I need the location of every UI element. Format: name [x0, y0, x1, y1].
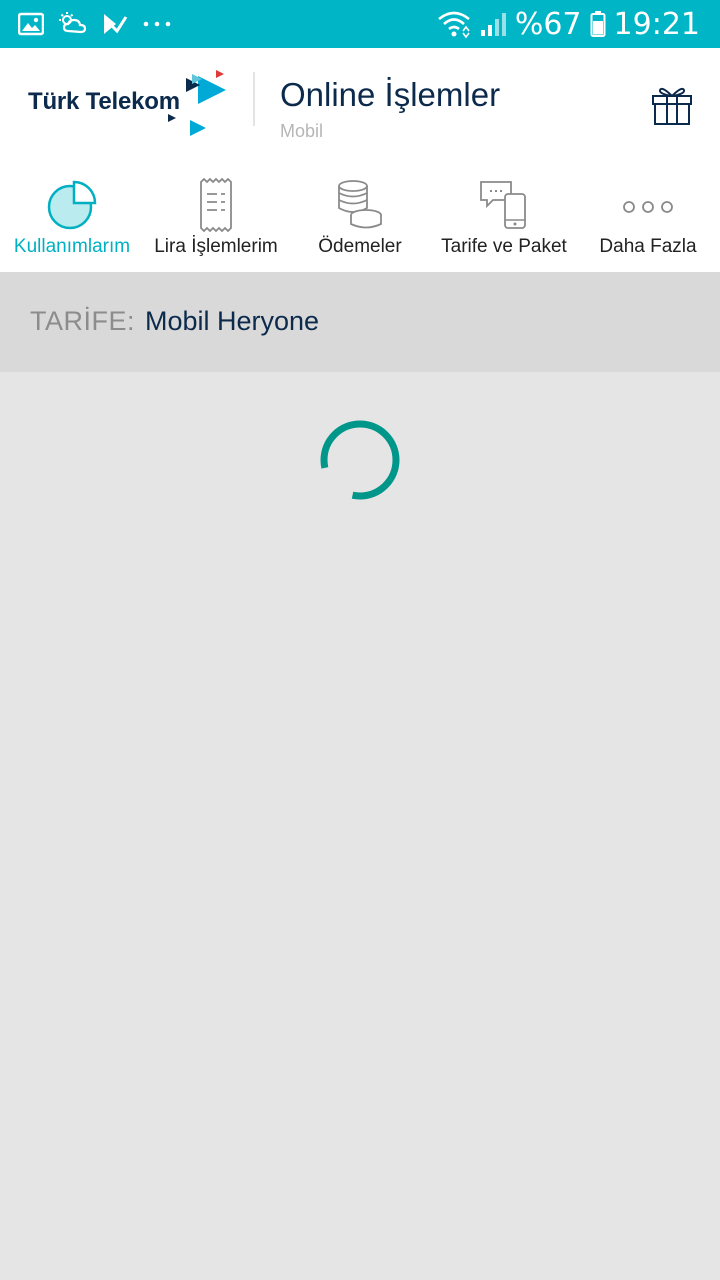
wifi-icon	[438, 11, 470, 39]
coins-icon	[338, 180, 382, 229]
header-divider	[253, 72, 255, 126]
main-tabs: Kullanımlarım Lira İşlemlerim Ödemeler T…	[0, 174, 720, 272]
image-icon	[18, 12, 44, 36]
loading-spinner-icon	[320, 420, 400, 500]
turk-telekom-logo[interactable]: Türk Telekom	[28, 70, 238, 140]
system-status: %67 19:21	[437, 6, 700, 42]
tab-tarife-ve-paket[interactable]: Tarife ve Paket	[432, 174, 576, 272]
tab-label: Tarife ve Paket	[441, 236, 567, 257]
battery-icon	[590, 11, 606, 37]
tab-lira-islemlerim[interactable]: Lira İşlemlerim	[144, 174, 288, 272]
usage-pie-icon	[47, 180, 97, 230]
check-app-icon	[104, 14, 128, 34]
more-dots-icon	[143, 21, 171, 27]
gift-icon[interactable]	[650, 82, 694, 126]
app-header: Türk Telekom Online İşlemler Mobil Kulla…	[0, 48, 720, 272]
more-icon	[623, 201, 673, 213]
logo-triangles-icon	[168, 70, 226, 136]
tab-kullanimlarim[interactable]: Kullanımlarım	[0, 174, 144, 272]
receipt-icon	[200, 178, 232, 232]
page-subtitle: Mobil	[280, 121, 324, 141]
tab-label: Lira İşlemlerim	[154, 236, 278, 257]
notification-icons	[18, 10, 172, 38]
brand-name: Türk Telekom	[28, 88, 180, 115]
tab-odemeler[interactable]: Ödemeler	[288, 174, 432, 272]
chat-phone-icon	[480, 181, 526, 229]
tab-label: Kullanımlarım	[13, 236, 131, 257]
signal-icon	[480, 13, 506, 36]
weather-icon	[59, 12, 87, 34]
page-title: Online İşlemler	[280, 76, 501, 113]
clock: 19:21	[613, 6, 700, 42]
tab-label: Daha Fazla	[599, 236, 697, 257]
tariff-value: Mobil Heryone	[145, 306, 320, 336]
tariff-label: TARİFE:	[30, 306, 136, 336]
tariff-bar: TARİFE: Mobil Heryone	[0, 272, 720, 372]
tab-daha-fazla[interactable]: Daha Fazla	[576, 174, 720, 272]
tab-label: Ödemeler	[318, 236, 402, 257]
status-bar: %67 19:21	[0, 0, 720, 48]
battery-percent: %67	[514, 6, 582, 42]
